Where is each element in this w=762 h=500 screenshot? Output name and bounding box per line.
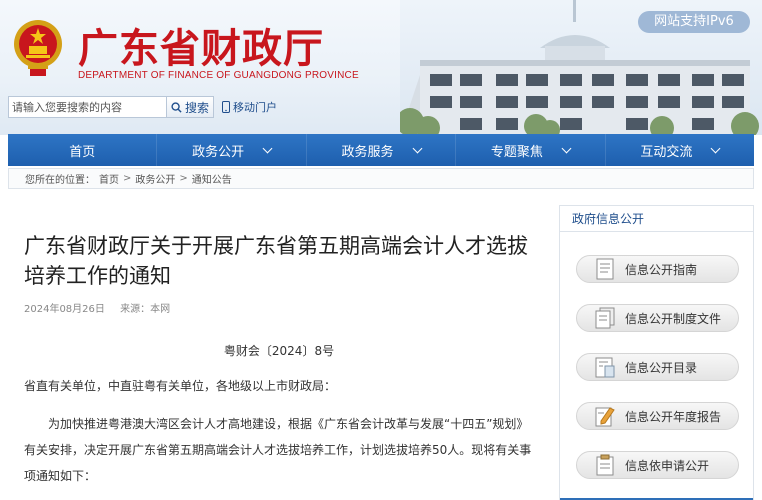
search-button-label: 搜索 bbox=[184, 100, 209, 115]
article-meta: 2024年08月26日 来源：本网 bbox=[24, 300, 182, 315]
site-subtitle: DEPARTMENT OF FINANCE OF GUANGDONG PROVI… bbox=[78, 70, 359, 81]
breadcrumb: 您所在的位置： 首页 > 政务公开 > 通知公告 bbox=[8, 168, 754, 189]
sidebar-item-label: 信息依申请公开 bbox=[625, 458, 710, 473]
article-paragraph: 为加快推进粤港澳大湾区会计人才高地建设，根据《广东省会计改革与发展“十四五”规划… bbox=[24, 417, 532, 483]
mobile-portal-label: 移动门户 bbox=[233, 101, 277, 114]
sidebar-heading: 政府信息公开 bbox=[560, 206, 753, 232]
sidebar-item-annual-report[interactable]: 信息公开年度报告 bbox=[576, 402, 739, 430]
chevron-down-icon bbox=[262, 143, 273, 153]
mobile-phone-icon bbox=[222, 101, 230, 113]
sidebar-item-label: 信息公开目录 bbox=[625, 360, 698, 375]
sidebar-item-label: 信息公开制度文件 bbox=[625, 311, 722, 326]
file-stack-icon bbox=[595, 307, 615, 329]
nav-government-affairs-disclosure[interactable]: 政务公开 bbox=[157, 134, 307, 166]
site-header: 广东省财政厅 DEPARTMENT OF FINANCE OF GUANGDON… bbox=[0, 0, 762, 135]
search-input[interactable] bbox=[8, 96, 166, 118]
mobile-portal-link[interactable]: 移动门户 bbox=[222, 99, 277, 115]
breadcrumb-separator: > bbox=[179, 173, 188, 184]
search-button[interactable]: 搜索 bbox=[166, 96, 214, 118]
ipv6-badge: 网站支持IPv6 bbox=[638, 11, 750, 33]
document-icon bbox=[595, 258, 615, 280]
nav-special-topics[interactable]: 专题聚焦 bbox=[456, 134, 606, 166]
article-source: 来源：本网 bbox=[120, 304, 171, 315]
chevron-down-icon bbox=[710, 143, 721, 153]
breadcrumb-item-notices[interactable]: 通知公告 bbox=[192, 171, 232, 186]
article-content: 广东省财政厅关于开展广东省第五期高端会计人才选拔培养工作的通知 2024年08月… bbox=[8, 205, 550, 500]
clipboard-icon bbox=[595, 454, 615, 476]
sidebar-item-label: 信息公开指南 bbox=[625, 262, 698, 277]
main-nav: 首页 政务公开 政务服务 专题聚焦 互动交流 bbox=[8, 134, 754, 166]
national-emblem-icon bbox=[14, 20, 62, 76]
sidebar-item-disclosure-regulations[interactable]: 信息公开制度文件 bbox=[576, 304, 739, 332]
nav-home[interactable]: 首页 bbox=[8, 134, 158, 166]
chevron-down-icon bbox=[412, 143, 422, 153]
article-salutation: 省直有关单位，中直驻粤有关单位，各地级以上市财政局： bbox=[24, 379, 337, 393]
breadcrumb-prefix: 您所在的位置： bbox=[25, 175, 95, 186]
report-pen-icon bbox=[595, 405, 615, 427]
breadcrumb-separator: > bbox=[123, 173, 132, 184]
document-number: 粤财会〔2024〕8号 bbox=[223, 344, 335, 358]
article-date: 2024年08月26日 bbox=[24, 304, 105, 315]
sidebar-item-disclosure-catalog[interactable]: 信息公开目录 bbox=[576, 353, 739, 381]
breadcrumb-item-disclosure[interactable]: 政务公开 bbox=[135, 171, 175, 186]
sidebar-item-disclosure-on-request[interactable]: 信息依申请公开 bbox=[576, 451, 739, 479]
search-bar: 搜索 移动门户 bbox=[8, 96, 277, 118]
chevron-down-icon bbox=[561, 143, 572, 153]
sidebar-info-disclosure: 政府信息公开 信息公开指南 信息公开制度文件 信息公开目录 信息公开年度报告 信… bbox=[559, 205, 754, 500]
sidebar-item-disclosure-guide[interactable]: 信息公开指南 bbox=[576, 255, 739, 283]
nav-government-services[interactable]: 政务服务 bbox=[307, 134, 457, 166]
search-icon bbox=[171, 101, 182, 113]
folder-list-icon bbox=[595, 356, 615, 378]
article-title: 广东省财政厅关于开展广东省第五期高端会计人才选拔培养工作的通知 bbox=[24, 234, 528, 288]
nav-interaction[interactable]: 互动交流 bbox=[606, 134, 754, 166]
breadcrumb-item-home[interactable]: 首页 bbox=[99, 171, 119, 186]
sidebar-item-label: 信息公开年度报告 bbox=[625, 409, 722, 424]
site-title: 广东省财政厅 bbox=[78, 25, 324, 72]
